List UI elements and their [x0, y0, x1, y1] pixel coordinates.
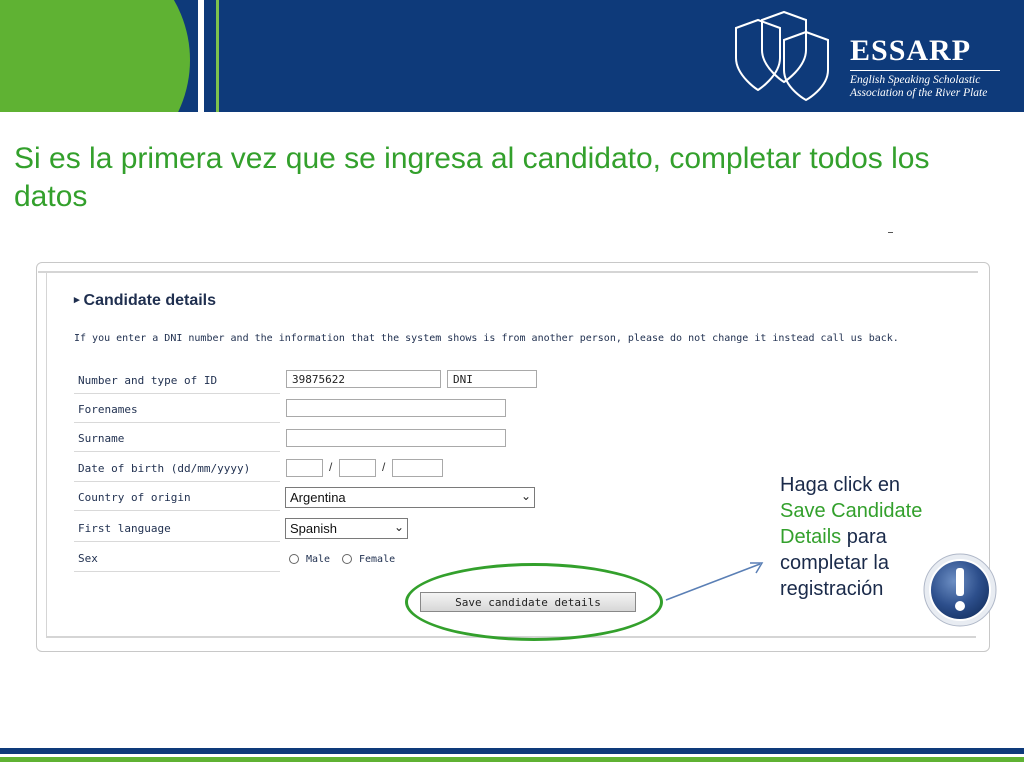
country-label: Country of origin [74, 485, 280, 511]
callout-arrow [665, 562, 764, 601]
surname-label: Surname [74, 426, 280, 452]
dash-mark [888, 232, 893, 233]
panel-left-border [46, 271, 47, 637]
banner-green-swoosh [0, 0, 190, 112]
country-select[interactable]: Argentina ⌄ [285, 487, 535, 508]
alert-icon [923, 553, 997, 627]
language-select-value: Spanish [290, 521, 337, 536]
callout-line1: Haga click en [780, 474, 901, 496]
id-label: Number and type of ID [74, 368, 280, 394]
sex-male-label: Male [306, 554, 331, 565]
dni-notice: If you enter a DNI number and the inform… [74, 333, 899, 344]
shield-logo-icon [735, 10, 829, 102]
id-number-input[interactable]: 39875622 [286, 370, 441, 388]
footer-stripe-blue [0, 748, 1024, 754]
dob-label: Date of birth (dd/mm/yyyy) [74, 456, 280, 482]
sex-female-radio[interactable] [342, 554, 352, 564]
dob-separator: / [382, 460, 386, 474]
section-title-text: Candidate details [83, 292, 217, 309]
footer-stripe-green [0, 757, 1024, 762]
chevron-right-icon: ▸ [74, 294, 80, 306]
language-label: First language [74, 516, 280, 542]
logo-divider [850, 70, 1000, 71]
dob-day-input[interactable] [286, 459, 323, 477]
surname-input[interactable] [286, 429, 506, 447]
logo-wordmark: ESSARP [850, 34, 972, 67]
chevron-down-icon: ⌄ [393, 520, 404, 534]
dob-month-input[interactable] [339, 459, 376, 477]
section-title: ▸ Candidate details [74, 292, 216, 310]
header-banner: ESSARP English Speaking Scholastic Assoc… [0, 0, 1024, 112]
id-type-input[interactable]: DNI [447, 370, 537, 388]
sex-male-radio[interactable] [289, 554, 299, 564]
dob-year-input[interactable] [392, 459, 443, 477]
logo-tagline-line1: English Speaking Scholastic [850, 74, 981, 86]
sex-label: Sex [74, 546, 280, 572]
chevron-down-icon: ⌄ [520, 489, 531, 503]
logo-tagline-line2: Association of the River Plate [850, 87, 988, 99]
forenames-input[interactable] [286, 399, 506, 417]
highlight-oval [405, 563, 663, 641]
sex-female-label: Female [359, 554, 396, 565]
panel-top-border [38, 271, 978, 273]
language-select[interactable]: Spanish ⌄ [285, 518, 408, 539]
country-select-value: Argentina [290, 490, 346, 505]
logo-tagline: English Speaking Scholastic Association … [850, 74, 987, 100]
banner-green-arc [190, 0, 219, 112]
dob-separator: / [329, 460, 333, 474]
forenames-label: Forenames [74, 397, 280, 423]
slide-headline: Si es la primera vez que se ingresa al c… [14, 142, 930, 213]
